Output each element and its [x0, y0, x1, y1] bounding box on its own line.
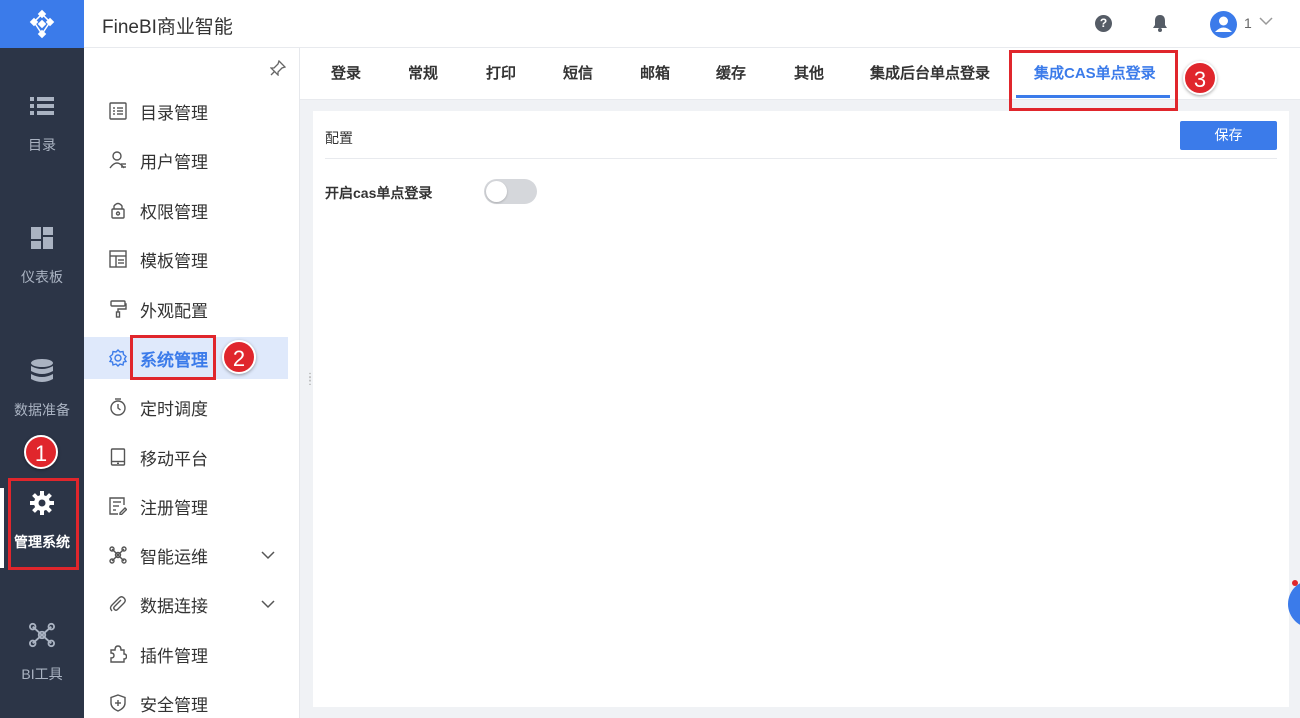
sidebar-item-label: 移动平台 — [140, 449, 208, 469]
timer-icon — [108, 397, 128, 417]
step-badge-1: 1 — [24, 435, 58, 469]
template-icon — [108, 249, 128, 269]
cas-config-panel: 配置 保存 开启cas单点登录 — [313, 111, 1289, 707]
main-nav-rail: 目录 仪表板 数据准备 管理系统 BI工具 — [0, 0, 84, 718]
rail-item-catalog[interactable]: 目录 — [0, 93, 84, 155]
sidebar-item-appearance[interactable]: 外观配置 — [84, 288, 288, 330]
tab-email[interactable]: 邮箱 — [640, 48, 670, 100]
sidebar-item-label: 插件管理 — [140, 646, 208, 666]
tab-other[interactable]: 其他 — [794, 48, 824, 100]
tab-print[interactable]: 打印 — [486, 48, 516, 100]
shield-icon — [108, 693, 128, 713]
toggle-knob — [486, 181, 507, 202]
tab-sms[interactable]: 短信 — [563, 48, 593, 100]
sidebar-item-permissions[interactable]: 权限管理 — [84, 189, 288, 231]
tablet-icon — [108, 447, 128, 467]
tab-login[interactable]: 登录 — [331, 48, 361, 100]
ops-icon — [108, 545, 128, 565]
app-logo[interactable] — [0, 0, 84, 48]
sidebar-item-mobile[interactable]: 移动平台 — [84, 436, 288, 478]
admin-sidebar: 目录管理 用户管理 权限管理 模板管理 外观配置 系统管理 定时调度 移动平台 … — [84, 48, 300, 718]
sidebar-item-label: 注册管理 — [140, 498, 208, 518]
step-badge-3: 3 — [1183, 61, 1217, 95]
notification-dot — [1292, 580, 1298, 586]
avatar[interactable] — [1210, 11, 1237, 38]
list-icon — [29, 93, 55, 119]
user-icon — [108, 150, 128, 170]
rail-item-label: 目录 — [28, 137, 56, 153]
sidebar-item-label: 安全管理 — [140, 695, 208, 715]
highlight-box-cas-tab — [1009, 50, 1178, 111]
paint-roller-icon — [108, 299, 128, 319]
database-icon — [29, 358, 55, 384]
tab-backend-sso[interactable]: 集成后台单点登录 — [870, 48, 990, 100]
paperclip-icon — [108, 594, 128, 614]
rail-item-label: 仪表板 — [21, 269, 63, 285]
sidebar-item-data-connection[interactable]: 数据连接 — [84, 583, 288, 625]
chevron-down-icon[interactable] — [1259, 14, 1273, 28]
chevron-down-icon[interactable] — [260, 596, 276, 612]
sidebar-item-label: 用户管理 — [140, 152, 208, 172]
sidebar-item-label: 定时调度 — [140, 399, 208, 419]
gear-icon — [108, 348, 128, 368]
dashboard-icon — [29, 225, 55, 251]
sidebar-item-label: 数据连接 — [140, 596, 208, 616]
sidebar-item-plugins[interactable]: 插件管理 — [84, 633, 288, 675]
rail-item-bi-tools[interactable]: BI工具 — [0, 622, 84, 684]
section-title: 配置 — [325, 130, 353, 146]
highlight-box-admin — [8, 478, 79, 570]
top-header: FineBI商业智能 ? 1 — [84, 0, 1300, 48]
network-icon — [29, 622, 55, 648]
divider — [325, 158, 1277, 159]
help-icon[interactable]: ? — [1095, 15, 1112, 32]
logo-icon — [29, 9, 55, 39]
save-button[interactable]: 保存 — [1180, 121, 1277, 150]
user-name[interactable]: 1 — [1244, 15, 1252, 31]
sidebar-item-label: 智能运维 — [140, 547, 208, 567]
tab-cache[interactable]: 缓存 — [716, 48, 746, 100]
pin-icon[interactable] — [270, 60, 286, 76]
sidebar-item-schedule[interactable]: 定时调度 — [84, 386, 288, 428]
highlight-box-system — [130, 335, 216, 380]
cas-enable-label: 开启cas单点登录 — [325, 185, 433, 201]
tab-general[interactable]: 常规 — [408, 48, 438, 100]
app-title: FineBI商业智能 — [102, 17, 233, 38]
rail-item-data-prep[interactable]: 数据准备 — [0, 358, 84, 420]
step-badge-2: 2 — [222, 340, 256, 374]
catalog-icon — [108, 101, 128, 121]
rail-item-label: BI工具 — [21, 666, 63, 682]
bell-icon[interactable] — [1152, 14, 1168, 32]
sidebar-item-security[interactable]: 安全管理 — [84, 682, 288, 718]
sidebar-item-label: 模板管理 — [140, 251, 208, 271]
rail-item-label: 数据准备 — [14, 402, 70, 418]
sidebar-item-label: 外观配置 — [140, 301, 208, 321]
cas-enable-toggle[interactable] — [484, 179, 537, 204]
sidebar-item-users[interactable]: 用户管理 — [84, 139, 288, 181]
puzzle-icon — [108, 644, 128, 664]
floating-assistant-button[interactable] — [1288, 580, 1300, 628]
sidebar-item-templates[interactable]: 模板管理 — [84, 238, 288, 280]
sidebar-item-registration[interactable]: 注册管理 — [84, 485, 288, 527]
sidebar-item-smart-ops[interactable]: 智能运维 — [84, 534, 288, 576]
sidebar-item-label: 目录管理 — [140, 103, 208, 123]
register-icon — [108, 496, 128, 516]
user-icon — [1215, 16, 1232, 32]
sidebar-item-label: 权限管理 — [140, 202, 208, 222]
chevron-down-icon[interactable] — [260, 547, 276, 563]
rail-item-dashboard[interactable]: 仪表板 — [0, 225, 84, 287]
sidebar-item-catalog[interactable]: 目录管理 — [84, 90, 288, 132]
lock-icon — [108, 200, 128, 220]
